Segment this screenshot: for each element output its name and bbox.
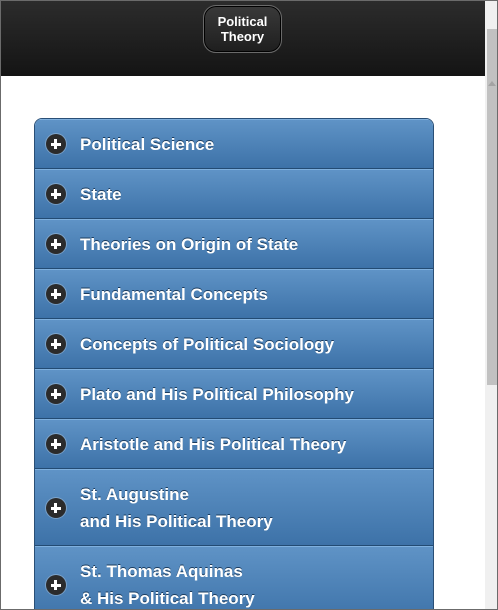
menu-item-state[interactable]: State <box>35 169 433 219</box>
menu-item-label: Plato and His Political Philosophy <box>80 384 354 404</box>
plus-icon <box>46 574 66 595</box>
title-line-1: Political <box>217 14 268 29</box>
plus-icon <box>46 134 66 154</box>
menu-item-aristotle[interactable]: Aristotle and His Political Theory <box>35 419 433 469</box>
scroll-up-arrow-icon[interactable] <box>488 81 496 86</box>
menu-item-st-augustine[interactable]: St. Augustine and His Political Theory <box>35 469 433 546</box>
topic-menu-list: Political Science State Theories on Orig… <box>34 118 434 610</box>
vertical-scrollbar[interactable] <box>485 1 497 609</box>
app-window: Political Theory Political Science State… <box>0 0 498 610</box>
plus-icon <box>46 184 66 204</box>
plus-icon <box>46 384 66 404</box>
plus-icon <box>46 284 66 304</box>
plus-icon <box>46 497 66 518</box>
menu-item-label-line-1: St. Augustine <box>80 484 189 504</box>
menu-item-label: State <box>80 184 122 204</box>
menu-item-label: Theories on Origin of State <box>80 234 299 254</box>
title-line-2: Theory <box>220 29 265 44</box>
menu-item-label: Aristotle and His Political Theory <box>80 434 347 454</box>
title-button[interactable]: Political Theory <box>203 5 282 53</box>
menu-item-label-line-1: St. Thomas Aquinas <box>80 561 243 581</box>
menu-item-label-line-2: and His Political Theory <box>80 511 273 531</box>
menu-item-plato[interactable]: Plato and His Political Philosophy <box>35 369 433 419</box>
plus-icon <box>46 234 66 254</box>
menu-item-fundamental-concepts[interactable]: Fundamental Concepts <box>35 269 433 319</box>
menu-item-label: St. Thomas Aquinas & His Political Theor… <box>80 558 255 610</box>
menu-item-theories-origin-state[interactable]: Theories on Origin of State <box>35 219 433 269</box>
menu-item-label: Concepts of Political Sociology <box>80 334 335 354</box>
header-bar: Political Theory <box>1 1 485 76</box>
plus-icon <box>46 434 66 454</box>
menu-item-political-sociology[interactable]: Concepts of Political Sociology <box>35 319 433 369</box>
menu-item-label-line-2: & His Political Theory <box>80 588 255 608</box>
menu-item-political-science[interactable]: Political Science <box>35 119 433 169</box>
plus-icon <box>46 334 66 354</box>
menu-item-label: Political Science <box>80 134 215 154</box>
menu-item-label: Fundamental Concepts <box>80 284 268 304</box>
menu-item-label: St. Augustine and His Political Theory <box>80 481 273 535</box>
menu-item-st-thomas-aquinas[interactable]: St. Thomas Aquinas & His Political Theor… <box>35 546 433 610</box>
